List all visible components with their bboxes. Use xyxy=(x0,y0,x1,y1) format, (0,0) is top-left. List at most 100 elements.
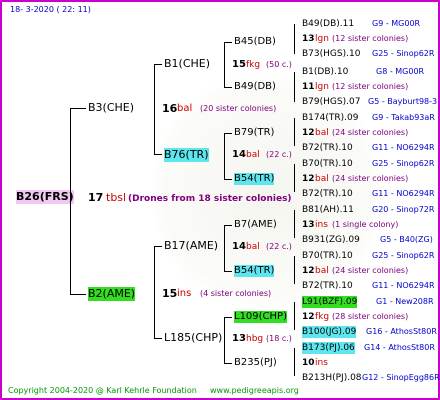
gen2-sister-code-1: bal xyxy=(246,150,260,160)
connector xyxy=(224,133,225,179)
connector xyxy=(294,210,295,238)
gen1-queen-1[interactable]: B2(AME) xyxy=(88,287,136,301)
gen3-queen-0[interactable]: B45(DB) xyxy=(234,36,276,48)
gen4-queen-8[interactable]: B81(AH).11 xyxy=(302,204,354,216)
connector xyxy=(154,154,162,155)
gen3-queen-7[interactable]: B235(PJ) xyxy=(234,357,277,369)
gen3-count-2: 12 xyxy=(302,128,315,138)
gen4-queen-5[interactable]: B72(TR).10 xyxy=(302,142,353,154)
site-link[interactable]: www.pedigreeapis.org xyxy=(210,385,299,397)
gen1-sister-code-0: bal xyxy=(177,103,193,114)
gen1-count-1: 15 xyxy=(162,287,178,300)
gen4-info-9: G5 - B40(ZG) xyxy=(380,235,433,244)
connector xyxy=(224,179,232,180)
pedigree-frame: 18- 3-2020 ( 22: 11) B26(FRS) 17 tbsl (D… xyxy=(0,0,440,400)
connector xyxy=(224,363,232,364)
gen4-info-1: G25 - Sinop62R xyxy=(372,49,435,58)
gen3-sister-code-7: ins xyxy=(315,358,328,368)
root-drone-count: 17 xyxy=(88,191,104,204)
gen3-queen-4[interactable]: B7(AME) xyxy=(234,219,277,231)
gen3-note-2: (24 sister colonies) xyxy=(332,128,409,137)
gen3-note-6: (28 sister colonies) xyxy=(332,312,409,321)
gen3-sister-code-4: ins xyxy=(315,220,328,230)
gen2-note-1: (22 c.) xyxy=(266,150,292,159)
connector xyxy=(154,64,162,65)
connector xyxy=(154,246,155,338)
connector xyxy=(294,256,295,284)
gen4-info-11: G11 - NO6294R xyxy=(372,281,435,290)
gen3-count-3: 12 xyxy=(302,174,315,184)
root-note: (Drones from 18 sister colonies) xyxy=(128,194,292,204)
gen4-info-10: G25 - Sinop62R xyxy=(372,251,435,260)
root-sister-code: tbsl xyxy=(106,191,127,204)
gen4-info-8: G20 - Sinop72R xyxy=(372,205,435,214)
gen1-note-0: (20 sister colonies) xyxy=(200,104,277,113)
connector xyxy=(70,108,86,109)
gen2-sister-code-2: bal xyxy=(246,242,260,252)
connector xyxy=(224,271,232,272)
gen3-count-0: 13 xyxy=(302,34,315,44)
copyright-text: Copyright 2004-2020 @ Karl Kehrle Founda… xyxy=(8,386,197,395)
gen4-info-3: G5 - Bayburt98-3 xyxy=(368,97,438,106)
gen3-sister-code-2: bal xyxy=(315,128,329,138)
date-header: 18- 3-2020 ( 22: 11) xyxy=(10,5,91,14)
gen2-note-2: (22 c.) xyxy=(266,242,292,251)
connector xyxy=(154,246,162,247)
gen2-note-3: (18 c.) xyxy=(266,334,292,343)
gen3-queen-2[interactable]: B79(TR) xyxy=(234,127,274,139)
gen4-queen-9[interactable]: B931(ZG).09 xyxy=(302,234,360,246)
connector xyxy=(224,317,225,363)
connector xyxy=(294,302,295,330)
gen2-queen-2[interactable]: B17(AME) xyxy=(164,240,218,252)
connector xyxy=(224,42,232,43)
gen4-queen-11[interactable]: B72(TR).10 xyxy=(302,280,353,292)
gen3-queen-5[interactable]: B54(TR) xyxy=(234,265,275,277)
connector xyxy=(294,118,295,146)
gen3-sister-code-1: lgn xyxy=(315,82,329,92)
gen3-queen-1[interactable]: B49(DB) xyxy=(234,81,276,93)
gen2-count-2: 14 xyxy=(232,241,246,252)
gen2-queen-3[interactable]: L185(CHP) xyxy=(164,332,222,344)
gen3-sister-code-6: fkg xyxy=(315,312,330,322)
connector xyxy=(294,164,295,192)
gen3-sister-code-0: lgn xyxy=(315,34,329,44)
gen4-queen-13[interactable]: B100(JG).09 xyxy=(302,326,357,338)
gen4-queen-15[interactable]: B213H(PJ).08 xyxy=(302,372,362,384)
gen4-queen-0[interactable]: B49(DB).11 xyxy=(302,18,354,30)
gen4-queen-14[interactable]: B173(PJ).06 xyxy=(302,342,355,354)
gen3-count-5: 12 xyxy=(302,266,315,276)
gen2-note-0: (50 c.) xyxy=(266,60,292,69)
gen4-info-2: G8 - MG00R xyxy=(376,67,425,76)
connector xyxy=(154,338,162,339)
gen3-count-7: 10 xyxy=(302,358,315,368)
gen4-queen-7[interactable]: B72(TR).10 xyxy=(302,188,353,200)
root-queen[interactable]: B26(FRS) xyxy=(16,190,74,204)
gen4-queen-1[interactable]: B73(HGS).10 xyxy=(302,48,360,60)
gen4-queen-12[interactable]: L91(BZF).09 xyxy=(302,296,358,308)
gen3-note-1: (12 sister colonies) xyxy=(332,82,409,91)
gen2-queen-1[interactable]: B76(TR) xyxy=(164,148,209,162)
gen4-info-13: G16 - AthosSt80R xyxy=(366,327,437,336)
gen4-queen-4[interactable]: B174(TR).09 xyxy=(302,112,358,124)
gen3-count-4: 13 xyxy=(302,220,315,230)
gen4-queen-10[interactable]: B70(TR).10 xyxy=(302,250,353,262)
connector xyxy=(224,225,232,226)
gen3-note-0: (12 sister colonies) xyxy=(332,34,409,43)
gen4-queen-6[interactable]: B70(TR).10 xyxy=(302,158,353,170)
connector xyxy=(224,317,232,318)
gen4-queen-2[interactable]: B1(DB).10 xyxy=(302,66,348,78)
gen2-sister-code-3: hbg xyxy=(246,334,264,344)
gen4-info-12: G1 - New208R xyxy=(376,297,434,306)
gen4-queen-3[interactable]: B79(HGS).07 xyxy=(302,96,360,108)
gen3-note-4: (1 single colony) xyxy=(332,220,399,229)
gen3-note-3: (24 sister colonies) xyxy=(332,174,409,183)
gen2-sister-code-0: fkg xyxy=(246,60,261,70)
gen2-queen-0[interactable]: B1(CHE) xyxy=(164,58,210,70)
gen3-sister-code-5: bal xyxy=(315,266,329,276)
gen3-queen-3[interactable]: B54(TR) xyxy=(234,173,275,185)
gen1-count-0: 16 xyxy=(162,102,178,115)
gen1-queen-0[interactable]: B3(CHE) xyxy=(88,102,134,114)
connector xyxy=(224,87,232,88)
gen3-queen-6[interactable]: L109(CHP) xyxy=(234,311,287,323)
connector xyxy=(224,42,225,87)
